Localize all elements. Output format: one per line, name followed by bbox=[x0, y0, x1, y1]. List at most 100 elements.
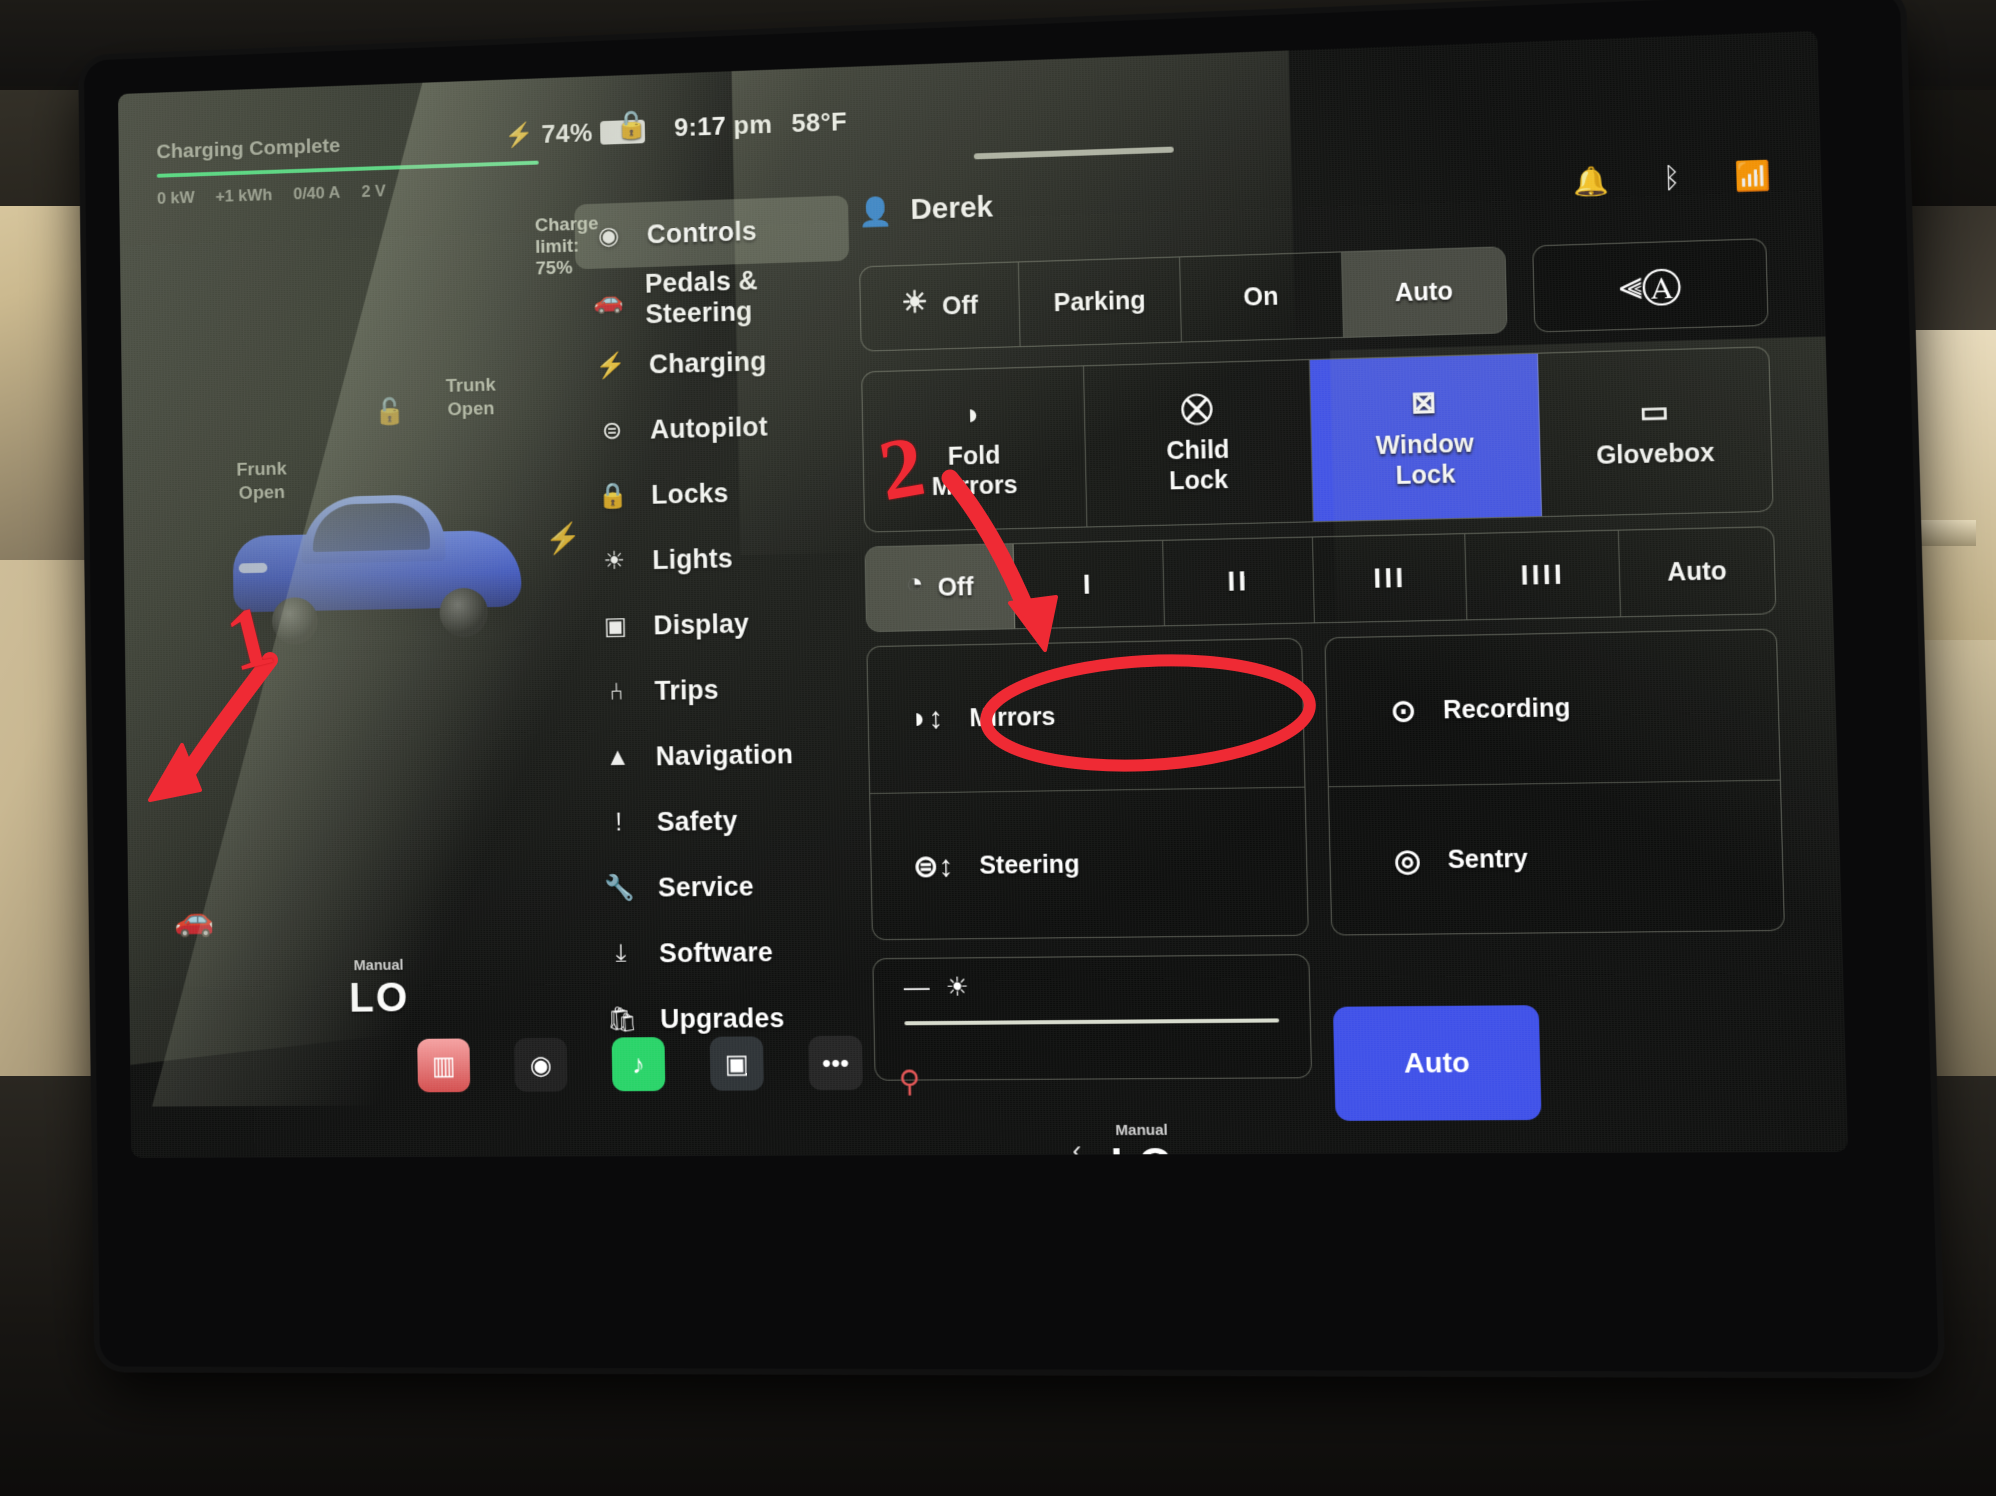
sidebar-item-autopilot[interactable]: ⊜ Autopilot bbox=[578, 392, 853, 464]
wiper-option-off[interactable]: ◔ Off bbox=[865, 544, 1015, 631]
charge-stat-amps: 0/40 A bbox=[293, 183, 340, 204]
sidebar-label-display: Display bbox=[653, 608, 749, 641]
sidebar-item-display[interactable]: ▣ Display bbox=[581, 589, 857, 660]
car-visualization[interactable]: 🔓 Trunk Open Frunk Open ⚡ bbox=[130, 263, 591, 959]
charging-panel[interactable]: Charging Complete 0 kW +1 kWh 0/40 A 2 V… bbox=[156, 126, 568, 208]
dashcam-app-icon[interactable]: ▣ bbox=[710, 1036, 764, 1090]
wiper-option-1[interactable]: I bbox=[1013, 541, 1164, 628]
vehicle-locks-row[interactable]: ◗ Fold Mirrors ⛒ Child Lock ⊠ Window Loc… bbox=[861, 346, 1774, 532]
lights-option-auto-label: Auto bbox=[1394, 276, 1453, 308]
outside-temperature[interactable]: 58°F bbox=[791, 106, 847, 139]
climate-auto-label: Auto bbox=[1404, 1047, 1470, 1080]
sidebar-item-controls[interactable]: ◉ Controls bbox=[574, 195, 849, 269]
bluetooth-icon[interactable]: ᛒ bbox=[1663, 162, 1681, 196]
brightness-icon: ☀ bbox=[945, 971, 969, 1002]
climate-right-mode: Manual bbox=[1110, 1122, 1173, 1140]
sidebar-item-navigation[interactable]: ▲ Navigation bbox=[583, 720, 859, 790]
glovebox-label: Glovebox bbox=[1596, 438, 1715, 471]
car-front-icon: 🚗 bbox=[593, 286, 624, 315]
recording-label: Recording bbox=[1443, 693, 1571, 725]
climate-right[interactable]: Manual LO bbox=[1110, 1122, 1174, 1158]
car-icon[interactable]: 🚗 bbox=[174, 900, 215, 940]
window-lock-label-line2: Lock bbox=[1395, 459, 1455, 491]
trunk-label-line1: Trunk bbox=[446, 374, 496, 399]
wiper-option-2[interactable]: II bbox=[1163, 537, 1316, 625]
wiper-option-2-label: II bbox=[1227, 564, 1250, 598]
window-lock-button[interactable]: ⊠ Window Lock bbox=[1309, 354, 1541, 522]
steering-adjust-button[interactable]: ⊜↕ Steering bbox=[870, 788, 1308, 941]
sidebar-item-trips[interactable]: ⑃ Trips bbox=[582, 654, 858, 725]
trunk-label-line2: Open bbox=[446, 397, 496, 422]
lights-option-on[interactable]: On bbox=[1180, 252, 1344, 341]
brightness-minus-label: — bbox=[903, 971, 930, 1002]
joystick-icon[interactable]: ⚲ bbox=[898, 1064, 921, 1099]
mirrors-adjust-button[interactable]: ◗↕ Mirrors bbox=[867, 639, 1304, 794]
sidebar-label-safety: Safety bbox=[657, 805, 738, 837]
auto-high-beam-icon: ⫷Ⓐ bbox=[1618, 262, 1681, 310]
dashcam-controls[interactable]: ⊙ Recording ◎ Sentry bbox=[1324, 629, 1785, 936]
sentry-mode-icon: ◎ bbox=[1394, 842, 1422, 878]
sidebar-label-autopilot: Autopilot bbox=[650, 411, 768, 445]
adjust-controls-left[interactable]: ◗↕ Mirrors ⊜↕ Steering bbox=[866, 638, 1308, 940]
wiper-option-auto[interactable]: Auto bbox=[1619, 527, 1775, 616]
lights-option-parking[interactable]: Parking bbox=[1019, 257, 1181, 346]
child-lock-label-line2: Lock bbox=[1169, 465, 1229, 497]
open-padlock-icon: 🔓 bbox=[374, 396, 406, 427]
sidebar-item-pedals-steering[interactable]: 🚗 Pedals & Steering bbox=[575, 261, 850, 334]
dashcam-record-icon: ⊙ bbox=[1390, 693, 1417, 729]
steering-adjust-label: Steering bbox=[979, 850, 1080, 880]
drag-handle[interactable] bbox=[974, 147, 1174, 160]
sidebar-item-locks[interactable]: 🔒 Locks bbox=[579, 457, 855, 529]
bell-icon[interactable]: 🔔 bbox=[1573, 164, 1610, 199]
climate-left-mode: Manual bbox=[349, 957, 409, 974]
climate-left[interactable]: Manual LO bbox=[349, 957, 410, 1022]
more-apps-icon[interactable]: ••• bbox=[808, 1036, 863, 1091]
charge-stat-kwh: +1 kWh bbox=[215, 185, 272, 206]
window-lock-icon: ⊠ bbox=[1410, 385, 1437, 422]
sidebar-item-software[interactable]: ⤓ Software bbox=[586, 918, 863, 987]
recording-button[interactable]: ⊙ Recording bbox=[1325, 630, 1779, 788]
steering-adjust-icon: ⊜↕ bbox=[913, 848, 954, 884]
screen-icon: ▣ bbox=[599, 611, 633, 641]
sidebar-label-controls: Controls bbox=[646, 216, 757, 250]
sidebar-item-charging[interactable]: ⚡ Charging bbox=[576, 326, 851, 399]
glovebox-button[interactable]: ▭ Glovebox bbox=[1538, 347, 1773, 516]
lights-option-auto[interactable]: Auto bbox=[1342, 247, 1507, 337]
headlights-selector[interactable]: ☀ Off Parking On Auto bbox=[859, 246, 1507, 351]
wiper-option-3[interactable]: III bbox=[1313, 534, 1467, 622]
person-icon: 👤 bbox=[858, 194, 893, 228]
sidebar-item-lights[interactable]: ☀ Lights bbox=[580, 523, 856, 595]
unlocked-padlock-icon[interactable]: 🔓 bbox=[615, 110, 647, 142]
media-app-icon[interactable]: ▥ bbox=[417, 1038, 470, 1092]
sidebar-item-safety[interactable]: ! Safety bbox=[584, 786, 860, 856]
toggle-switch-icon: ◉ bbox=[592, 221, 626, 252]
spotify-app-icon[interactable]: ♪ bbox=[612, 1037, 666, 1091]
wiper-option-3-label: III bbox=[1373, 561, 1407, 596]
sidebar-item-service[interactable]: 🔧 Service bbox=[585, 852, 862, 921]
mirror-icon: ◗ bbox=[964, 397, 983, 433]
frunk-label-line1: Frunk bbox=[236, 458, 287, 482]
sidebar-label-software: Software bbox=[659, 937, 773, 969]
sentry-button[interactable]: ◎ Sentry bbox=[1329, 781, 1784, 936]
wifi-icon[interactable]: 📶 bbox=[1734, 159, 1771, 194]
camera-app-icon[interactable]: ◉ bbox=[514, 1038, 567, 1092]
climate-left-temp: LO bbox=[349, 974, 410, 1022]
app-taskbar[interactable]: ▥ ◉ ♪ ▣ ••• bbox=[417, 1002, 970, 1125]
chevron-left-icon[interactable]: ‹ bbox=[1072, 1134, 1082, 1158]
climate-auto-button[interactable]: Auto bbox=[1333, 1005, 1542, 1121]
controls-main-panel: 👤 Derek 🔔 ᛒ 📶 ☀ Off Parking On Auto ⫷Ⓐ ◗… bbox=[858, 152, 1772, 240]
auto-high-beam-button[interactable]: ⫷Ⓐ bbox=[1532, 238, 1768, 332]
controls-sidebar[interactable]: ◉ Controls 🚗 Pedals & Steering ⚡ Chargin… bbox=[574, 195, 864, 1052]
charge-port-bolt-icon: ⚡ bbox=[545, 521, 582, 556]
trunk-status-label[interactable]: Trunk Open bbox=[446, 374, 497, 422]
lights-option-off[interactable]: ☀ Off bbox=[860, 262, 1021, 350]
download-icon: ⤓ bbox=[604, 939, 638, 968]
child-lock-button[interactable]: ⛒ Child Lock bbox=[1084, 360, 1313, 526]
wipers-selector[interactable]: ◔ Off I II III IIII Auto bbox=[864, 526, 1776, 632]
wrench-icon: 🔧 bbox=[603, 873, 637, 902]
bolt-icon: ⚡ bbox=[594, 351, 628, 380]
wiper-option-4[interactable]: IIII bbox=[1466, 531, 1622, 620]
clock-time: 9:17 pm bbox=[674, 109, 773, 143]
fold-mirrors-label-line1: Fold bbox=[947, 441, 1000, 472]
lights-option-off-label: Off bbox=[942, 291, 978, 322]
